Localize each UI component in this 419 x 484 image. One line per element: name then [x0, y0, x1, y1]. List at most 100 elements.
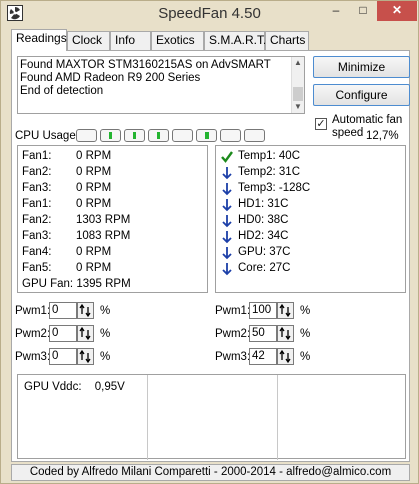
pwm-spinner-icon[interactable]: [277, 302, 294, 319]
cpu-core-meter: [124, 129, 145, 142]
fan-reading: Fan2: 0 RPM: [22, 166, 111, 178]
pwm-spinner-icon[interactable]: [77, 325, 94, 342]
arrow-down-icon: [222, 183, 232, 196]
arrow-down-icon: [222, 231, 232, 244]
fan-name: Fan3:: [22, 230, 52, 242]
fan-reading: Fan5: 0 RPM: [22, 262, 111, 274]
fan-name: Fan2:: [22, 214, 52, 226]
fan-name: Fan4:: [22, 246, 52, 258]
pwm2-left-input[interactable]: 0: [49, 325, 77, 342]
cpu-core-meter: [196, 129, 217, 142]
fan-rpm: 0 RPM: [76, 166, 112, 178]
close-window-button[interactable]: ✕: [377, 1, 417, 21]
pwm-label: Pwm2:: [15, 328, 51, 340]
temp-text: Temp3: -128C: [238, 182, 311, 194]
pwm-unit: %: [100, 351, 111, 363]
voltages-group: GPU Vddc: 0,95V: [17, 374, 406, 460]
fan-rpm: 0 RPM: [76, 246, 112, 258]
fan-rpm: 0 RPM: [76, 182, 112, 194]
tab-smart[interactable]: S.M.A.R.T.: [204, 31, 266, 50]
maximize-window-button[interactable]: □: [350, 1, 376, 21]
gpu-fan-reading: GPU Fan: 1395 RPM: [22, 278, 131, 290]
cpu-core-meter: [220, 129, 241, 142]
pwm1-left-input[interactable]: 0: [49, 302, 77, 319]
speedfan-window: SpeedFan 4.50 – □ ✕ Readings Clock Info …: [0, 0, 419, 484]
column-divider: [277, 375, 278, 460]
fan-name: Fan3:: [22, 182, 52, 194]
temp-text: Core: 27C: [238, 262, 291, 274]
gpu-vddc-label: GPU Vddc:: [24, 381, 82, 393]
temp-text: HD2: 34C: [238, 230, 289, 242]
temp-text: GPU: 37C: [238, 246, 291, 258]
pwm-unit: %: [300, 351, 311, 363]
gpu-vddc-reading: GPU Vddc: 0,95V: [24, 381, 125, 393]
pwm-label: Pwm2:: [215, 328, 251, 340]
fan-reading: Fan1: 0 RPM: [22, 150, 111, 162]
pwm-unit: %: [300, 328, 311, 340]
pwm-spinner-icon[interactable]: [77, 302, 94, 319]
pwm-spinner-icon[interactable]: [277, 348, 294, 365]
fan-name: Fan5:: [22, 262, 52, 274]
fan-reading: Fan2: 1303 RPM: [22, 214, 130, 226]
fan-rpm: 1303 RPM: [76, 214, 131, 226]
arrow-down-icon: [222, 215, 232, 228]
scroll-down-icon[interactable]: ▼: [292, 101, 304, 113]
cpu-core-meter: [148, 129, 169, 142]
cpu-usage-percent: 12,7%: [366, 130, 399, 142]
pwm2-right-input[interactable]: 50: [249, 325, 277, 342]
pwm-spinner-icon[interactable]: [77, 348, 94, 365]
minimize-window-button[interactable]: –: [323, 1, 349, 21]
pwm-label: Pwm1:: [215, 305, 251, 317]
pwm3-left-input[interactable]: 0: [49, 348, 77, 365]
tab-readings[interactable]: Readings: [11, 29, 67, 51]
log-line: Found AMD Radeon R9 200 Series: [20, 72, 201, 84]
check-icon: [221, 151, 233, 163]
cpu-core-meter: [76, 129, 97, 142]
tab-clock[interactable]: Clock: [67, 31, 110, 50]
arrow-down-icon: [222, 199, 232, 212]
configure-button[interactable]: Configure: [313, 84, 410, 106]
detection-log[interactable]: Found MAXTOR STM3160215AS on AdvSMART Fo…: [17, 56, 305, 114]
fan-name: Fan1:: [22, 150, 52, 162]
arrow-down-icon: [222, 167, 232, 180]
tab-strip: Readings Clock Info Exotics S.M.A.R.T. C…: [11, 29, 411, 51]
cpu-usage-label: CPU Usage: [15, 130, 76, 142]
fan-reading: Fan1: 0 RPM: [22, 198, 111, 210]
title-bar[interactable]: SpeedFan 4.50 – □ ✕: [1, 1, 418, 26]
column-divider: [147, 375, 148, 460]
automatic-fan-speed-checkbox[interactable]: ✓: [315, 118, 327, 130]
log-line: End of detection: [20, 85, 104, 97]
status-bar: Coded by Alfredo Milani Comparetti - 200…: [11, 464, 410, 481]
temp-text: HD0: 38C: [238, 214, 289, 226]
scroll-thumb[interactable]: [293, 87, 303, 101]
pwm-label: Pwm3:: [15, 351, 51, 363]
log-scrollbar[interactable]: ▲ ▼: [291, 57, 304, 113]
cpu-core-meter: [172, 129, 193, 142]
tab-exotics[interactable]: Exotics: [151, 31, 204, 50]
fans-group: Fan1: 0 RPM Fan2: 0 RPM Fan3: 0 RPM Fan1: 0 …: [17, 145, 208, 293]
fan-name: Fan2:: [22, 166, 52, 178]
pwm-label: Pwm1:: [15, 305, 51, 317]
pwm-spinner-icon[interactable]: [277, 325, 294, 342]
arrow-down-icon: [222, 247, 232, 260]
tab-charts[interactable]: Charts: [265, 31, 309, 50]
fan-reading: Fan3: 1083 RPM: [22, 230, 130, 242]
fan-rpm: 0 RPM: [76, 198, 112, 210]
readings-panel: Found MAXTOR STM3160215AS on AdvSMART Fo…: [11, 50, 410, 462]
arrow-down-icon: [222, 263, 232, 276]
pwm3-right-input[interactable]: 42: [249, 348, 277, 365]
pwm-unit: %: [100, 328, 111, 340]
pwm-unit: %: [100, 305, 111, 317]
cpu-core-meter: [100, 129, 121, 142]
fan-rpm: 0 RPM: [76, 150, 112, 162]
cpu-core-meter: [244, 129, 265, 142]
tab-info[interactable]: Info: [110, 31, 151, 50]
fan-rpm: 1083 RPM: [76, 230, 131, 242]
scroll-up-icon[interactable]: ▲: [292, 57, 304, 69]
log-line: Found MAXTOR STM3160215AS on AdvSMART: [20, 59, 271, 71]
pwm-label: Pwm3:: [215, 351, 251, 363]
pwm1-right-input[interactable]: 100: [249, 302, 277, 319]
fan-reading: Fan4: 0 RPM: [22, 246, 111, 258]
minimize-button[interactable]: Minimize: [313, 56, 410, 78]
temp-text: HD1: 31C: [238, 198, 289, 210]
